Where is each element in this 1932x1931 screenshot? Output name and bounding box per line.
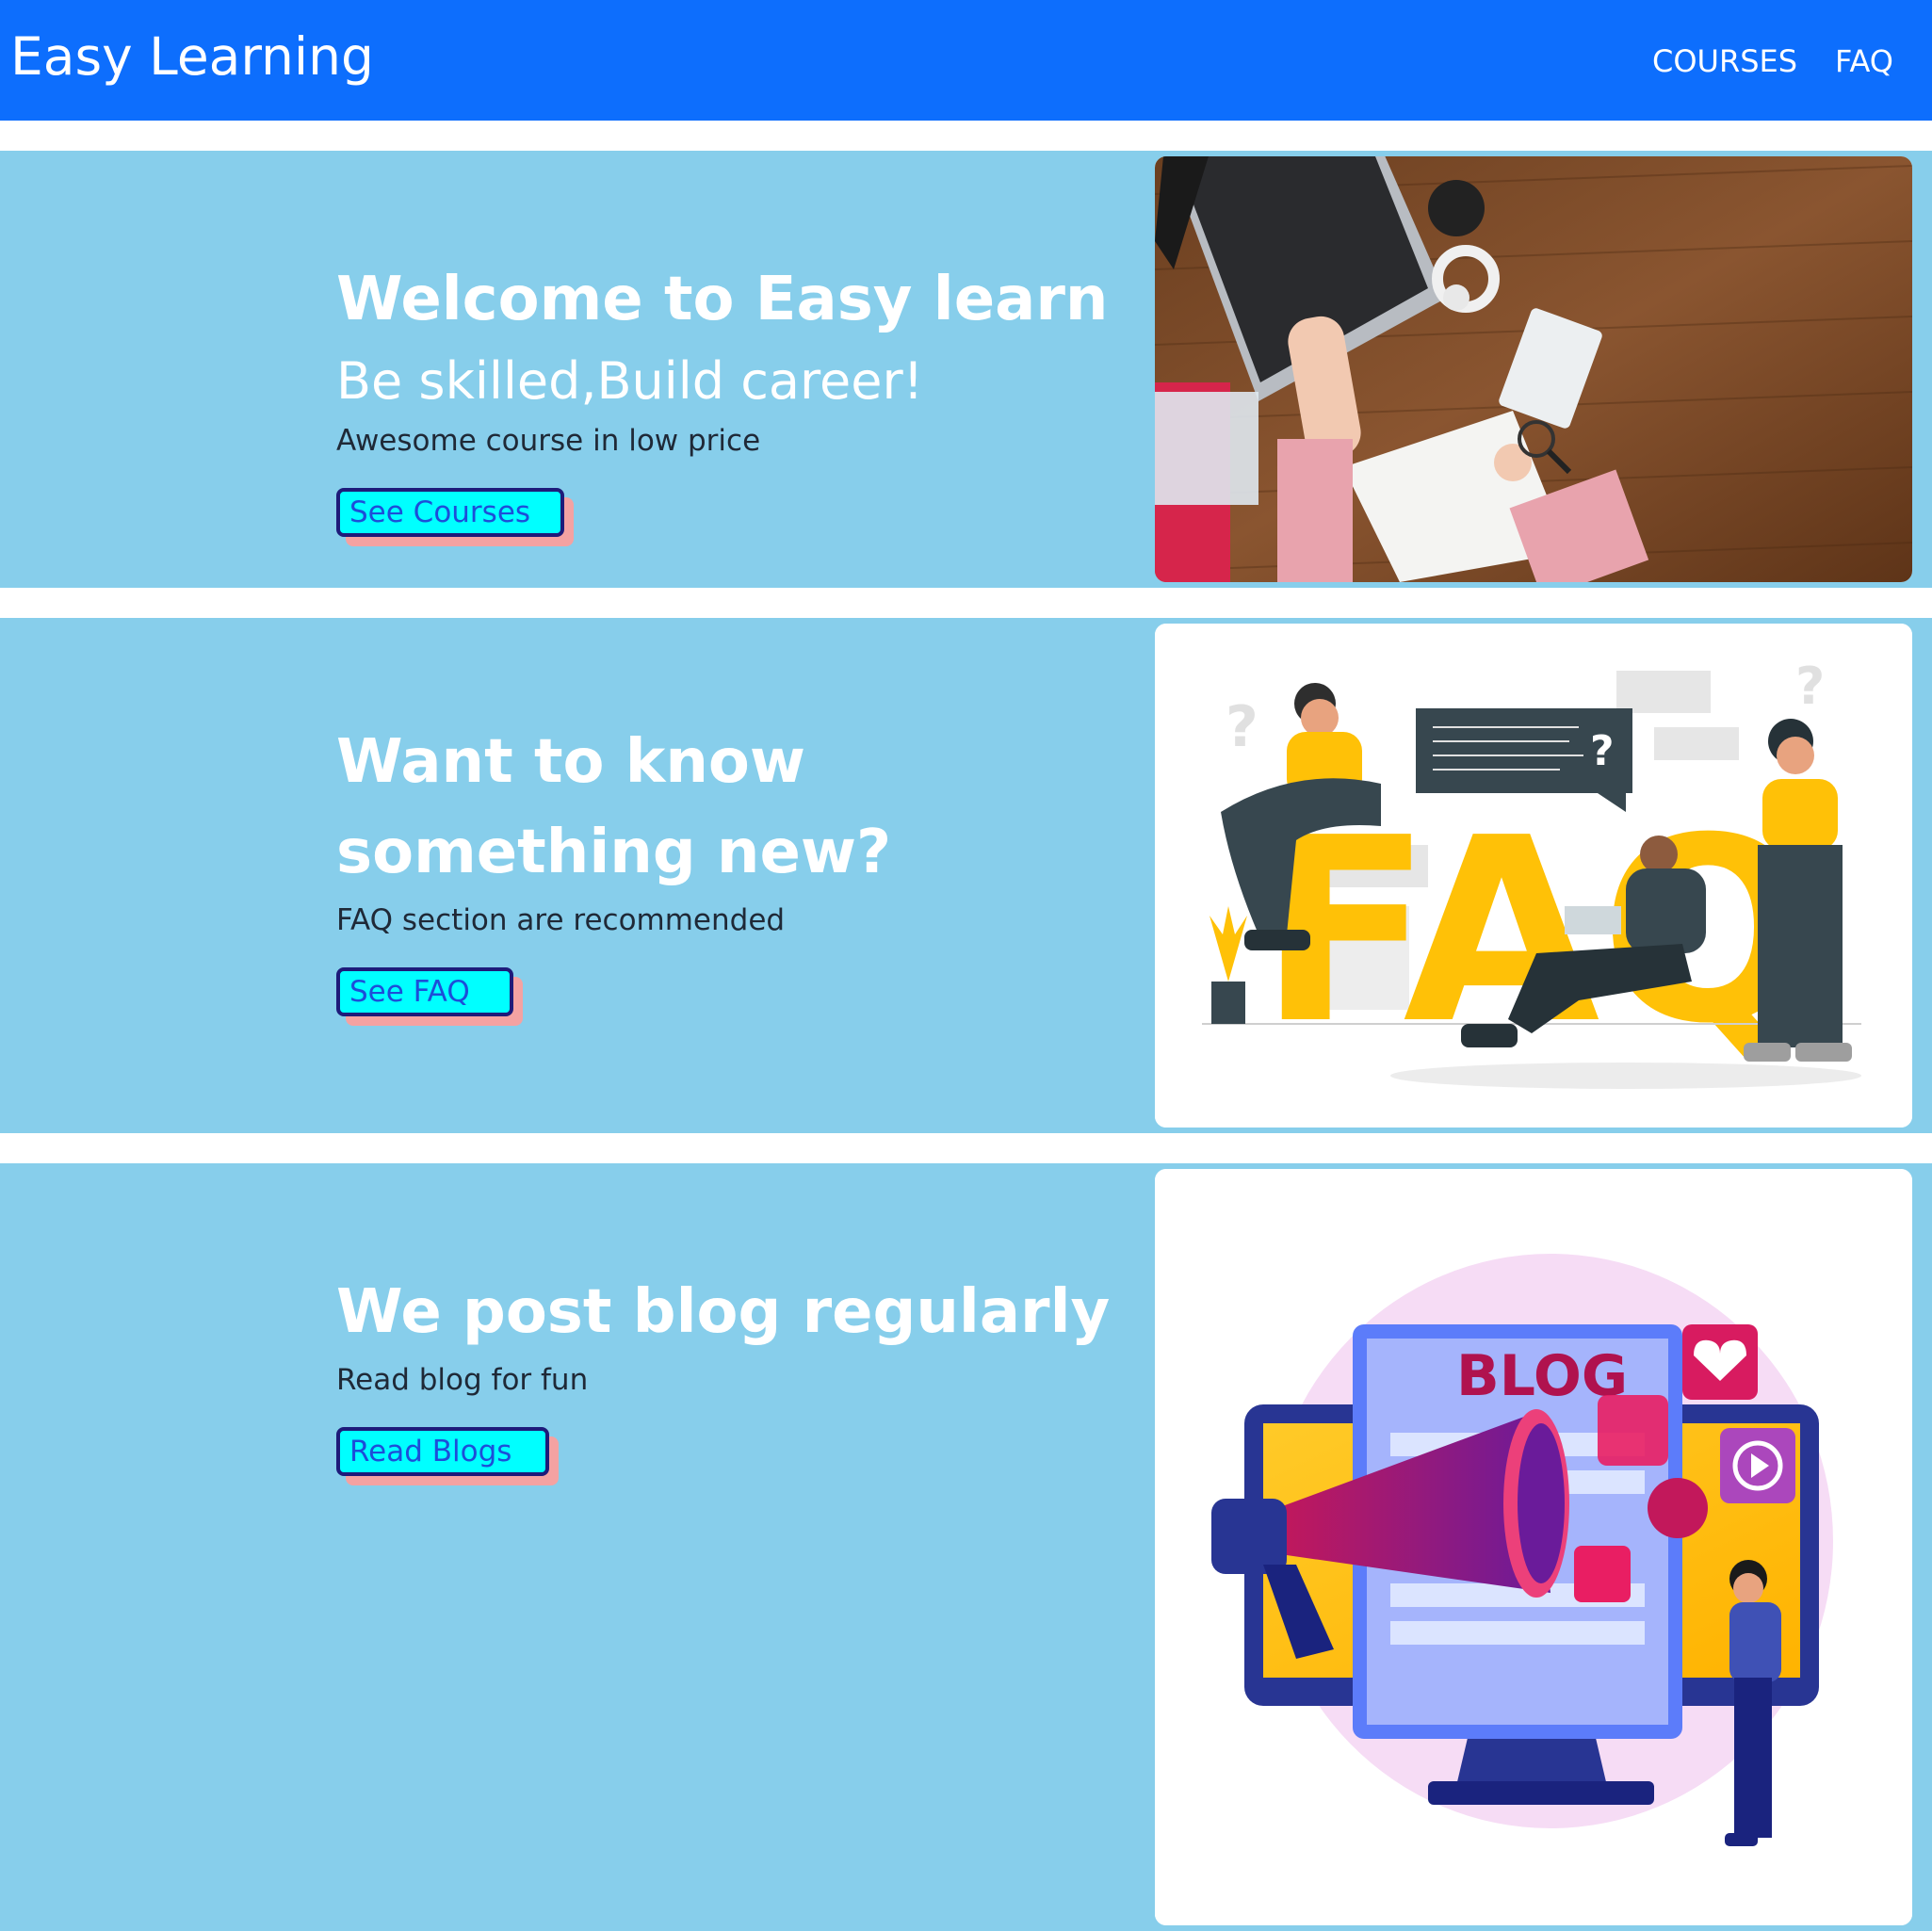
blog-description: Read blog for fun [336, 1363, 589, 1397]
faq-description: FAQ section are recommended [336, 903, 786, 937]
hero-courses-section: Welcome to Easy learn Be skilled,Build c… [0, 151, 1932, 588]
desk-workspace-photo [1155, 156, 1912, 582]
brand-logo[interactable]: Easy Learning [10, 21, 374, 92]
hero-text: Welcome to Easy learn Be skilled,Build c… [336, 254, 1109, 537]
faq-deco-question-left: ? [1226, 694, 1258, 760]
faq-text: Want to know something new? FAQ section … [336, 717, 1090, 1016]
blog-section: We post blog regularly Read blog for fun… [0, 1163, 1932, 1931]
faq-deco-question-right: ? [1795, 657, 1825, 716]
faq-title: Want to know something new? [336, 727, 892, 887]
blog-text: We post blog regularly Read blog for fun… [336, 1267, 1111, 1476]
hero-subtitle: Be skilled,Build career! [336, 351, 924, 411]
faq-section: Want to know something new? FAQ section … [0, 618, 1932, 1133]
hero-description: Awesome course in low price [336, 424, 761, 458]
blog-megaphone-illustration: BLOG [1155, 1169, 1912, 1925]
faq-illustration: ? ? ? FAQ [1155, 624, 1912, 1128]
nav-link-faq[interactable]: FAQ [1835, 40, 1893, 83]
read-blogs-button[interactable]: Read Blogs [336, 1427, 549, 1476]
hero-title: Welcome to Easy learn [336, 265, 1109, 334]
nav-link-courses[interactable]: COURSES [1652, 40, 1797, 83]
faq-bubble-question-mark: ? [1590, 727, 1615, 775]
faq-big-letters: FAQ [1258, 783, 1816, 1079]
see-courses-button[interactable]: See Courses [336, 488, 564, 537]
blog-title: We post blog regularly [336, 1277, 1111, 1347]
see-faq-button[interactable]: See FAQ [336, 967, 513, 1016]
top-navbar: Easy Learning COURSES FAQ [0, 0, 1932, 121]
